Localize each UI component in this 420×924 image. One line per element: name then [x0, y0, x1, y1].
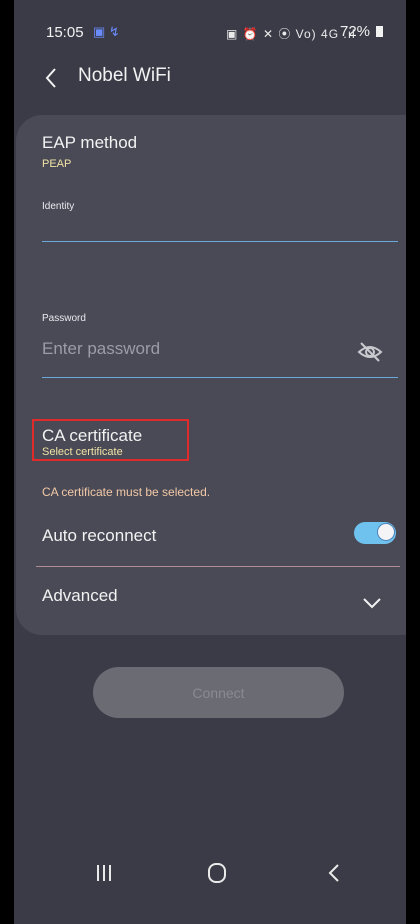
- divider: [36, 566, 400, 567]
- chevron-left-icon: [45, 68, 56, 88]
- notification-icons: ▣ ↯: [93, 24, 120, 39]
- ca-certificate-warning: CA certificate must be selected.: [42, 485, 211, 499]
- password-input[interactable]: [42, 333, 372, 365]
- status-bar: 15:05 ▣ ↯ ▣ ⏰ ✕ ⦿ Vo) 4G .ıl 72%: [14, 0, 406, 60]
- recent-apps-button[interactable]: [84, 858, 124, 888]
- password-label: Password: [42, 313, 86, 324]
- eap-method-value: PEAP: [42, 158, 72, 170]
- home-icon: [208, 863, 226, 883]
- connect-button[interactable]: Connect: [93, 667, 344, 718]
- password-underline: [42, 377, 398, 378]
- settings-card: EAP method PEAP Identity Password CA cer…: [16, 115, 406, 635]
- back-nav-button[interactable]: [314, 858, 354, 888]
- battery-icon: [376, 26, 384, 37]
- identity-input[interactable]: [42, 207, 372, 239]
- auto-reconnect-toggle[interactable]: [354, 522, 396, 544]
- toggle-knob: [377, 523, 395, 541]
- back-icon: [328, 864, 339, 882]
- highlight-box: [32, 419, 189, 461]
- recent-apps-icon: [97, 865, 111, 881]
- eap-method-title: EAP method: [42, 133, 138, 152]
- battery-indicator: 72%: [340, 23, 384, 40]
- eye-off-icon: [357, 342, 383, 362]
- phone-screen: 15:05 ▣ ↯ ▣ ⏰ ✕ ⦿ Vo) 4G .ıl 72% Nobel W…: [14, 0, 406, 924]
- identity-underline: [42, 241, 398, 242]
- navigation-bar: [14, 848, 406, 898]
- page-title: Nobel WiFi: [78, 65, 171, 86]
- header: Nobel WiFi: [14, 55, 406, 99]
- auto-reconnect-label: Auto reconnect: [42, 526, 157, 545]
- system-status-icons: ▣ ⏰ ✕ ⦿ Vo) 4G .ıl: [226, 27, 356, 41]
- home-button[interactable]: [197, 858, 237, 888]
- back-button[interactable]: [36, 63, 66, 93]
- toggle-password-visibility-button[interactable]: [356, 338, 384, 366]
- chevron-down-icon: [363, 598, 381, 609]
- status-time: 15:05: [46, 24, 84, 41]
- advanced-label: Advanced: [42, 586, 118, 605]
- expand-advanced-button[interactable]: [360, 591, 384, 615]
- battery-percent: 72%: [340, 23, 371, 40]
